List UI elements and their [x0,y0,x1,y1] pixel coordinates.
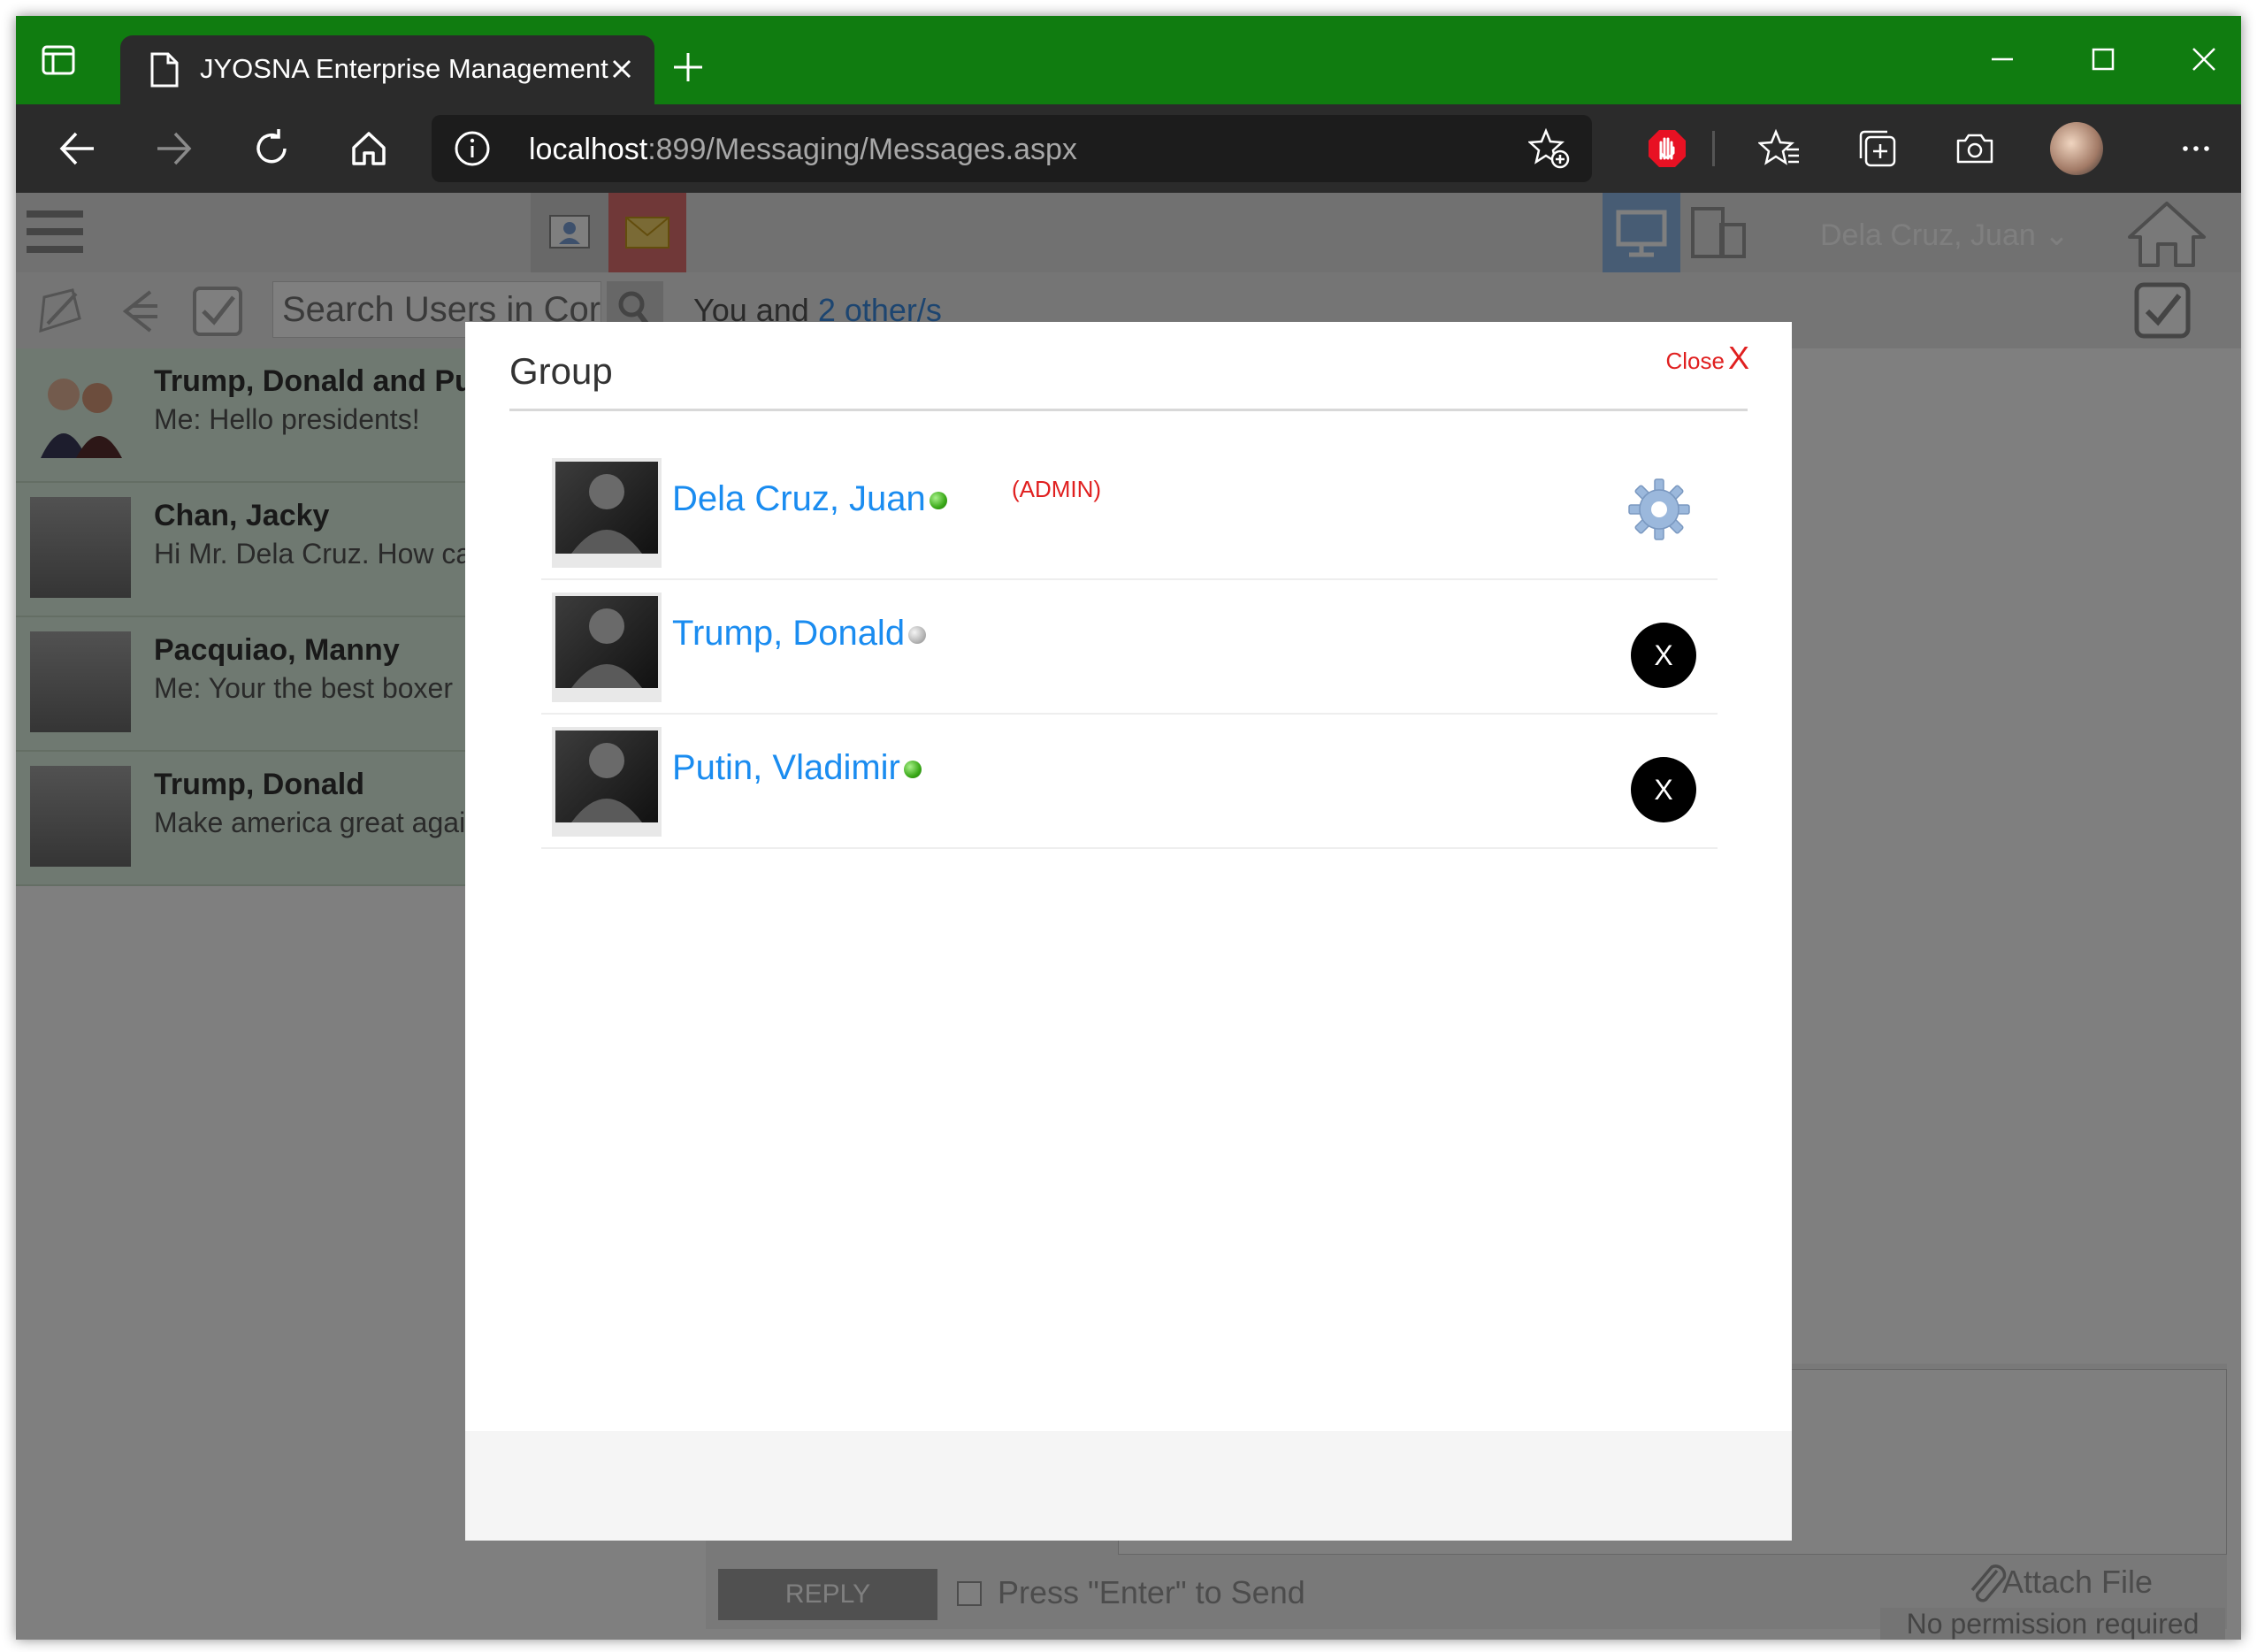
address-url[interactable]: localhost:899/Messaging/Messages.aspx [529,133,1077,167]
tab-bar: JYOSNA Enterprise Management [16,16,2241,104]
adblock-icon[interactable] [1645,126,1689,171]
online-status-icon [903,761,922,779]
member-row: Trump, Donald X [541,580,1718,715]
refresh-icon[interactable] [249,126,294,171]
tab-actions-icon[interactable] [41,42,76,78]
forward-icon[interactable] [152,126,196,171]
close-tab-icon[interactable] [608,56,635,82]
remove-member-button[interactable]: X [1631,623,1696,688]
member-row: Putin, Vladimir X [541,715,1718,849]
collections-icon[interactable] [1855,126,1900,171]
new-tab-icon[interactable] [670,50,706,85]
toolbar-divider [1712,131,1715,166]
tab-title: JYOSNA Enterprise Management [200,53,608,84]
member-row: Dela Cruz, Juan (ADMIN) [541,446,1718,580]
close-window-icon[interactable] [2183,38,2225,80]
modal-footer [465,1431,1792,1541]
site-info-icon[interactable] [453,129,492,168]
member-avatar [552,593,662,702]
gear-icon[interactable] [1626,476,1693,543]
navigation-bar: localhost:899/Messaging/Messages.aspx [16,104,2241,193]
offline-status-icon [908,626,927,645]
app-area: Dela Cruz, Juan ⌄ [16,193,2241,1640]
screenshot-icon[interactable] [1953,126,1997,171]
profile-avatar[interactable] [2050,122,2103,175]
member-avatar [552,458,662,568]
remove-member-button[interactable]: X [1631,757,1696,822]
group-modal: Group Close X Dela Cruz, Juan (ADMIN) Tr… [465,322,1792,1541]
address-bar[interactable]: localhost:899/Messaging/Messages.aspx [432,115,1592,182]
member-name[interactable]: Dela Cruz, Juan [672,479,947,519]
modal-divider [509,409,1748,411]
home-icon[interactable] [347,126,391,171]
close-icon: X [1727,340,1749,376]
modal-close-button[interactable]: Close X [1666,340,1750,377]
page-icon [150,52,179,88]
member-avatar [552,727,662,837]
more-icon[interactable] [2174,126,2218,171]
browser-tab[interactable]: JYOSNA Enterprise Management [120,35,654,104]
address-path: :899/Messaging/Messages.aspx [647,133,1077,166]
modal-title: Group [509,350,613,392]
add-favorite-icon[interactable] [1528,127,1571,170]
member-name-text: Dela Cruz, Juan [672,479,926,518]
favorites-icon[interactable] [1758,126,1802,171]
member-name-text: Trump, Donald [672,614,906,653]
minimize-icon[interactable] [1981,38,2024,80]
close-label: Close [1665,348,1725,374]
member-name[interactable]: Trump, Donald [672,614,927,654]
member-name[interactable]: Putin, Vladimir [672,748,922,788]
admin-badge: (ADMIN) [1012,476,1102,502]
back-icon[interactable] [55,126,99,171]
online-status-icon [929,492,947,510]
browser-window: JYOSNA Enterprise Management localhost:8… [16,16,2241,1640]
member-name-text: Putin, Vladimir [672,748,900,787]
address-host: localhost [529,133,648,166]
maximize-icon[interactable] [2082,38,2124,80]
